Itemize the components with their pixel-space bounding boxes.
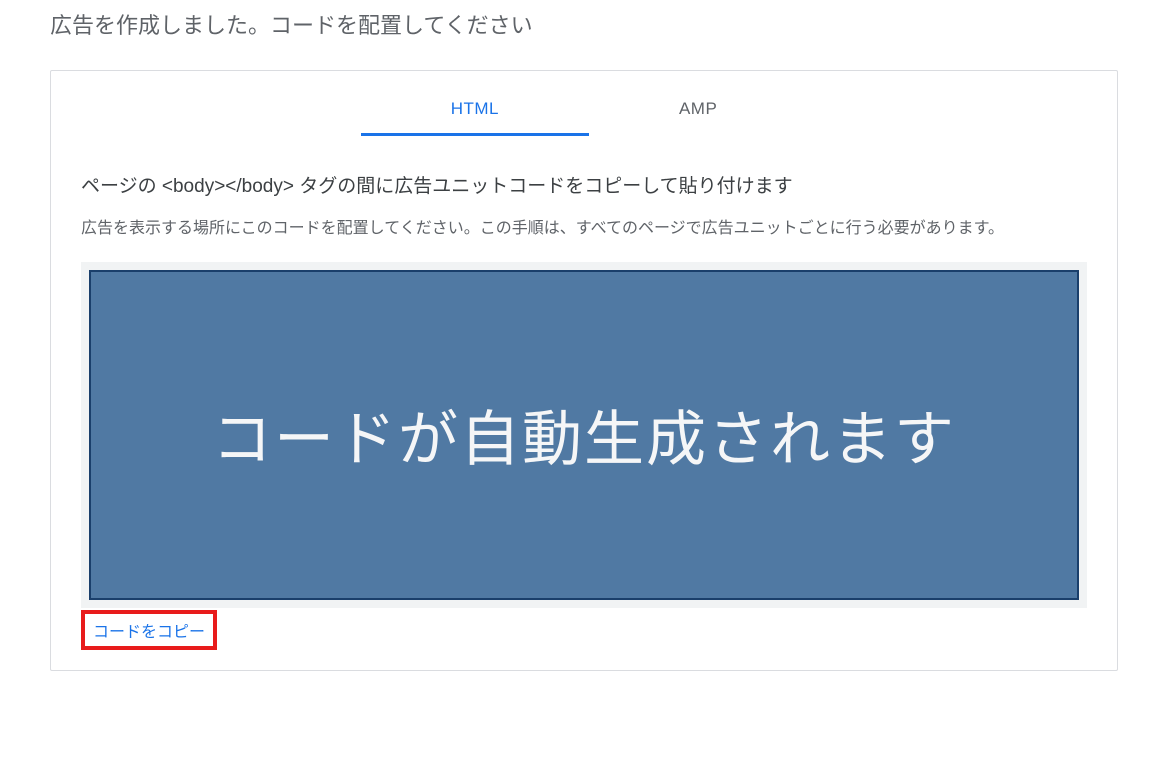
code-placeholder-text: コードが自動生成されます [212, 391, 956, 478]
code-area[interactable]: コードが自動生成されます [89, 270, 1079, 600]
copy-link-highlight: コードをコピー [81, 610, 217, 650]
tabs-container: HTML AMP [81, 81, 1087, 136]
code-card: HTML AMP ページの <body></body> タグの間に広告ユニットコ… [50, 70, 1118, 671]
tab-html[interactable]: HTML [361, 81, 589, 136]
copy-code-link[interactable]: コードをコピー [93, 624, 205, 641]
instruction-text: 広告を表示する場所にこのコードを配置してください。この手順は、すべてのページで広… [81, 216, 1087, 242]
tab-amp[interactable]: AMP [589, 81, 807, 136]
instruction-title: ページの <body></body> タグの間に広告ユニットコードをコピーして貼… [81, 171, 1087, 198]
code-area-wrapper: コードが自動生成されます [81, 262, 1087, 608]
page-title: 広告を作成しました。コードを配置してください [50, 8, 1118, 40]
